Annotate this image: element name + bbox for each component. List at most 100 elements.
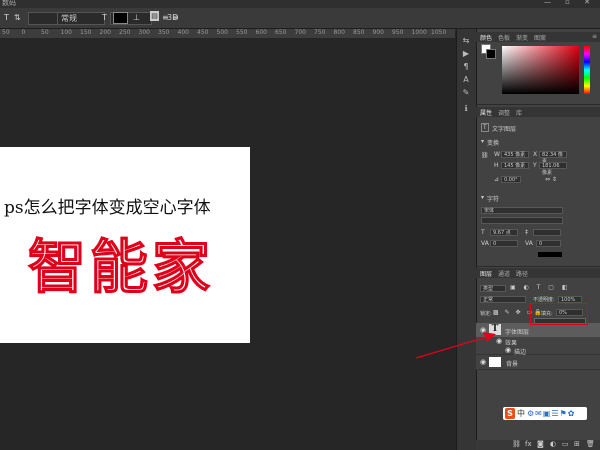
filter-icons[interactable]: ▣ ◐ T ▢ ◧ — [510, 284, 571, 291]
ruler-tick: 200 — [99, 29, 111, 36]
link-icon[interactable]: ⛓ — [481, 152, 489, 159]
opacity-field[interactable]: 100% — [558, 296, 582, 303]
angle-icon: ⊿ — [494, 176, 500, 183]
link-layers-icon[interactable]: ⛓ — [512, 440, 521, 448]
ruler-tick: 850 — [353, 29, 365, 36]
stroke-eye-icon[interactable]: ◉ — [505, 346, 511, 354]
fx-button[interactable]: fx — [525, 440, 532, 448]
character-panel-icon[interactable]: ▤ — [150, 11, 159, 21]
font-family-select[interactable] — [28, 12, 58, 25]
va-label: VA — [481, 240, 489, 247]
color-field[interactable] — [502, 46, 579, 94]
ruler-tick: 550 — [236, 29, 248, 36]
adjustment-layer-icon[interactable]: ◐ — [550, 440, 556, 448]
character-icon[interactable]: A — [461, 75, 471, 84]
ruler-tick: 150 — [80, 29, 92, 36]
ruler-tick: 650 — [275, 29, 287, 36]
ruler-tick: 400 — [177, 29, 189, 36]
tab-adjustments[interactable]: 调整 — [498, 108, 510, 117]
font-family-field[interactable]: 宋体 — [481, 207, 563, 214]
tab-channels[interactable]: 通道 — [498, 269, 510, 278]
paragraph-icon[interactable]: ¶ — [461, 62, 471, 71]
tab-properties[interactable]: 属性 — [480, 108, 492, 117]
text-color-bar[interactable] — [538, 252, 562, 257]
w-label: W — [494, 151, 500, 158]
background-color-swatch[interactable] — [486, 49, 496, 59]
delete-layer-icon[interactable]: 🗑 — [586, 440, 595, 448]
window-title: 数码 — [2, 0, 16, 7]
actions-icon[interactable]: ▶ — [461, 49, 471, 58]
text-color-swatch[interactable] — [113, 12, 128, 24]
brush-icon[interactable]: ✎ — [461, 88, 471, 97]
tab-libraries[interactable]: 库 — [516, 108, 522, 117]
expand-transform-icon[interactable]: ▾ — [481, 138, 484, 145]
character-title: 字符 — [487, 196, 500, 203]
ime-toolbar: S 中 ⚙✉▣☰⚑✿ — [503, 407, 587, 420]
history-icon[interactable]: ⇆ — [461, 36, 471, 45]
leading-field[interactable] — [533, 229, 561, 236]
ruler-tick: 1050 — [431, 29, 447, 36]
ruler-tick: 1000 — [411, 29, 427, 36]
color-panel-tabs: 颜色 色板 渐变 图案 ≡ — [476, 32, 600, 42]
x-field[interactable]: 82.34 像素 — [539, 151, 567, 165]
blend-mode-select[interactable]: 正常 — [480, 296, 526, 303]
warp-text-icon[interactable]: ⊥ — [133, 12, 140, 23]
transform-title: 变换 — [487, 140, 500, 147]
ruler-tick: 500 — [216, 29, 228, 36]
flip-icons[interactable]: ⇔ ⇕ — [545, 176, 557, 183]
ruler-tick: 350 — [158, 29, 170, 36]
ime-logo-icon[interactable]: S — [505, 408, 515, 419]
angle-field[interactable]: 0.00° — [501, 176, 521, 183]
tab-gradients[interactable]: 渐变 — [516, 33, 528, 42]
width-field[interactable]: 435 像素 — [501, 151, 529, 158]
tab-color[interactable]: 颜色 — [480, 33, 492, 42]
h-label: H — [494, 162, 499, 169]
font-style-select[interactable]: 常规 — [57, 12, 105, 25]
size-icon: T — [102, 13, 107, 22]
new-layer-icon[interactable]: ⊞ — [574, 440, 580, 448]
ruler-tick: 250 — [119, 29, 131, 36]
height-field[interactable]: 145 像素 — [501, 162, 529, 169]
tracking-field[interactable]: 0 — [536, 240, 561, 247]
layer-filter-select[interactable]: 类型 — [480, 285, 506, 292]
ruler-tick: 100 — [60, 29, 72, 36]
kerning-field[interactable]: 0 — [490, 240, 518, 247]
tab-swatches[interactable]: 色板 — [498, 33, 510, 42]
properties-panel-tabs: 属性 调整 库 — [476, 107, 600, 117]
tab-patterns[interactable]: 图案 — [534, 33, 546, 42]
layers-panel-tabs: 图层 通道 路径 — [476, 268, 600, 278]
ruler-tick: 450 — [197, 29, 209, 36]
font-size-field[interactable]: 9.67 点 — [490, 229, 518, 236]
font-style-field[interactable] — [481, 217, 563, 224]
layer-type-label: 文字图层 — [492, 126, 517, 133]
add-mask-icon[interactable]: ◙ — [537, 440, 544, 448]
info-icon[interactable]: ℹ — [461, 104, 471, 113]
font-size-icon: T — [481, 229, 485, 236]
orientation-toggle-icon[interactable]: ⇅ — [14, 12, 21, 23]
ime-tool-icons[interactable]: ⚙✉▣☰⚑✿ — [527, 408, 575, 419]
options-bar: T ⇅ 常规 T ≡ ≡ ≡ ⊥ ▤ 3D — [0, 8, 600, 29]
leading-icon: ‡ — [525, 229, 528, 236]
ruler: 50 0 50 100 150 200 250 300 350 400 450 500 550 600 65… — [0, 29, 455, 38]
x-label: X — [533, 151, 538, 158]
new-group-icon[interactable]: ▭ — [562, 440, 569, 448]
lock-icons[interactable]: ▩ ✎ ✥ ▭ — [493, 309, 534, 316]
y-field[interactable]: 181.06 像素 — [539, 162, 567, 176]
background-layer-name[interactable]: 背景 — [506, 359, 518, 368]
tab-paths[interactable]: 路径 — [516, 269, 528, 278]
3d-button[interactable]: 3D — [167, 12, 178, 23]
y-label: Y — [533, 162, 537, 169]
ruler-tick: 750 — [314, 29, 326, 36]
ime-mode-label[interactable]: 中 — [517, 408, 525, 419]
hue-slider[interactable] — [584, 46, 590, 94]
arrow-line — [415, 335, 491, 359]
tool-preset-icon[interactable]: T — [4, 12, 9, 23]
expand-character-icon[interactable]: ▾ — [481, 194, 484, 201]
tab-layers[interactable]: 图层 — [480, 269, 492, 278]
ruler-tick: 300 — [138, 29, 150, 36]
ruler-tick: 0 — [21, 29, 26, 36]
panel-menu-icon[interactable]: ≡ — [592, 33, 597, 40]
layer-name[interactable]: 字体图层 — [505, 327, 529, 336]
window-controls[interactable]: — ▫ ✕ — [544, 0, 596, 6]
heading-text: ps怎么把字体变成空心字体 — [4, 198, 211, 218]
